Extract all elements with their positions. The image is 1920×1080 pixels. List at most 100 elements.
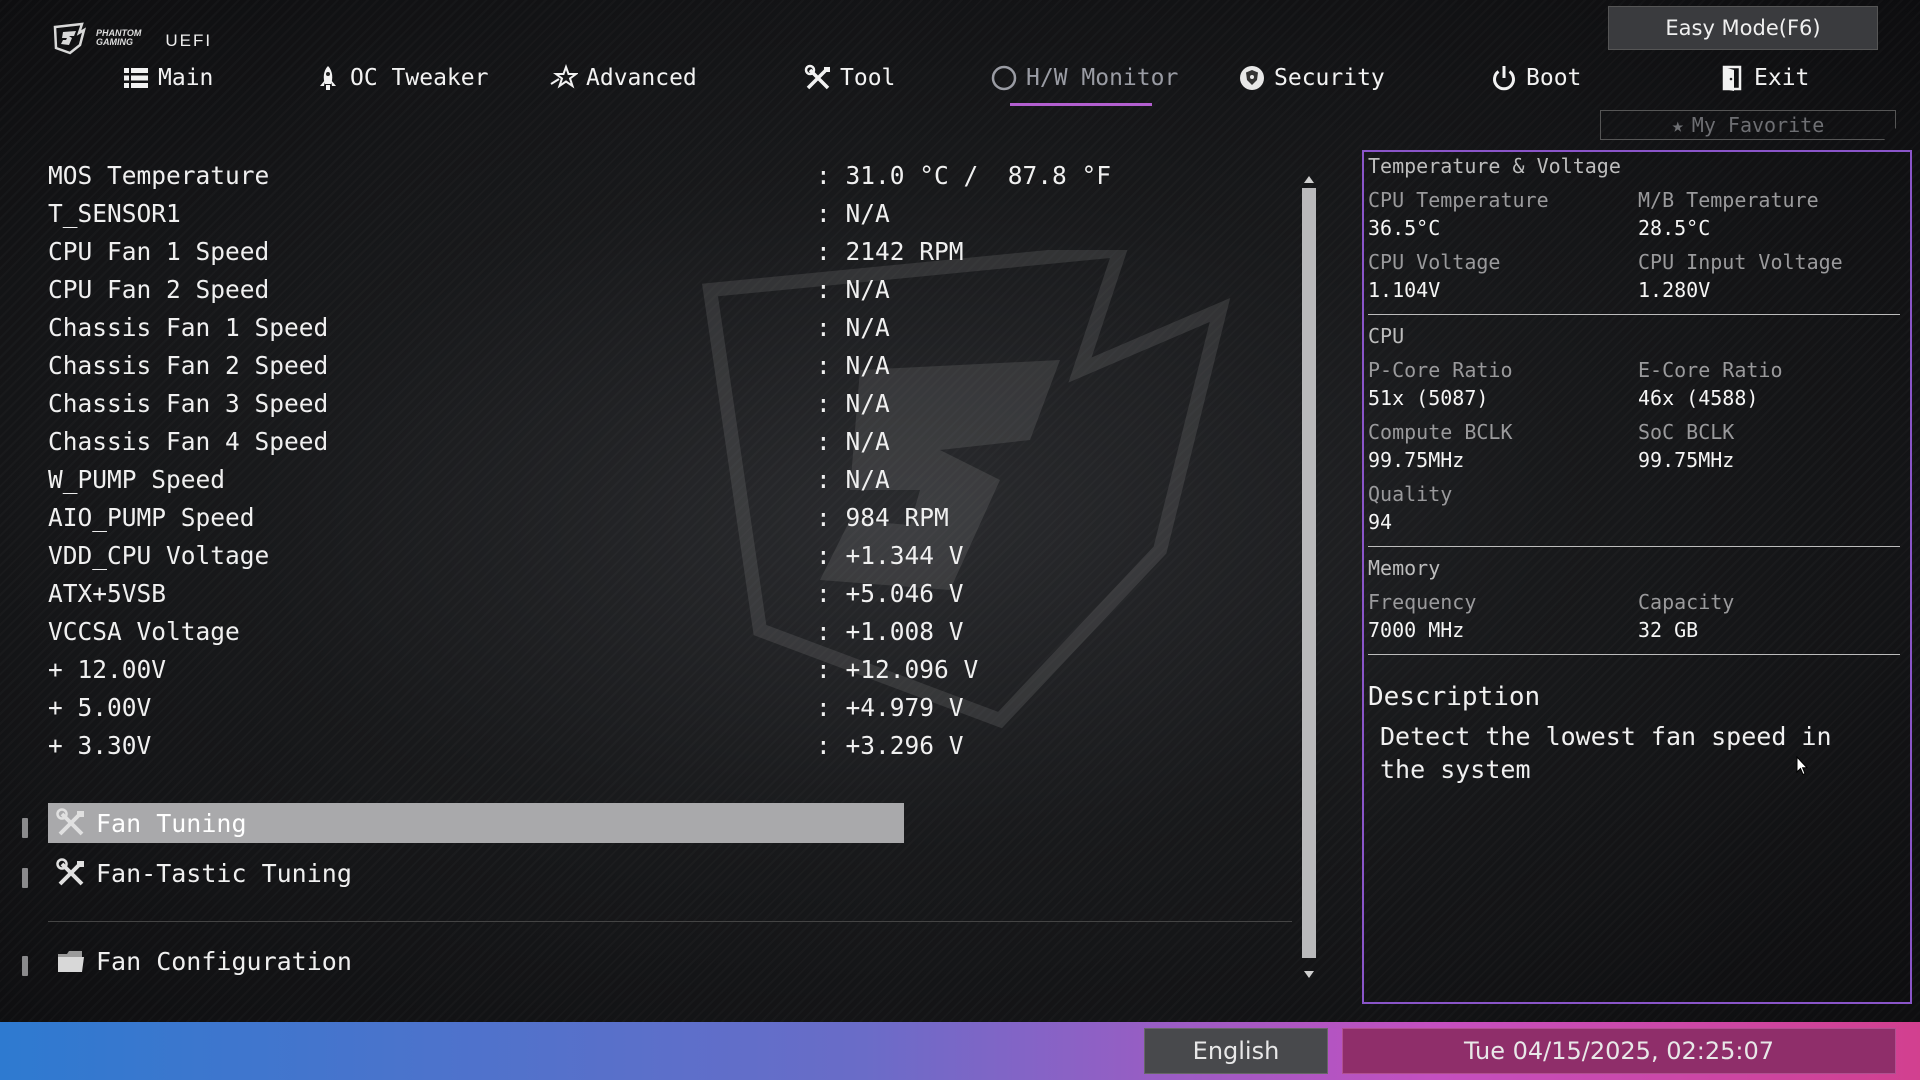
item-value: : N/A <box>816 312 890 342</box>
fan-tuning-item[interactable]: Fan Tuning <box>48 803 904 843</box>
item-value: : N/A <box>816 274 890 304</box>
item-label: CPU Fan 1 Speed <box>48 236 270 266</box>
item-label: Chassis Fan 1 Speed <box>48 312 329 342</box>
scrollbar[interactable] <box>1300 170 1318 984</box>
scroll-up-arrow-icon[interactable] <box>1304 176 1314 183</box>
list-item[interactable]: + 12.00V: +12.096 V <box>48 650 1088 688</box>
list-item[interactable]: + 5.00V: +4.979 V <box>48 688 1088 726</box>
section-title: CPU <box>1368 324 1405 348</box>
divider <box>1368 546 1900 547</box>
cpu-voltage-value: 1.104V <box>1368 278 1441 302</box>
list-item[interactable]: VCCSA Voltage : +1.008 V <box>48 612 1088 650</box>
item-value: : N/A <box>816 388 890 418</box>
divider <box>1368 654 1900 655</box>
rocket-icon <box>320 66 336 90</box>
tab-exit[interactable]: Exit <box>1718 56 1809 100</box>
my-favorite-button[interactable]: ★ My Favorite <box>1600 110 1896 140</box>
list-item[interactable]: AIO_PUMP Speed : 984 RPM <box>48 498 1088 536</box>
tab-hw-monitor[interactable]: H/W Monitor <box>990 56 1179 106</box>
item-value: : N/A <box>816 426 890 456</box>
item-label: + 5.00V <box>48 692 152 722</box>
tab-label: Boot <box>1526 65 1582 91</box>
item-value: : +1.008 V <box>816 616 964 646</box>
e-core-ratio-label: E-Core Ratio <box>1638 358 1783 382</box>
brand-text: PHANTOM GAMING <box>96 29 141 47</box>
item-label: Chassis Fan 3 Speed <box>48 388 329 418</box>
soc-bclk-label: SoC BCLK <box>1638 420 1735 444</box>
item-value: : 2142 RPM <box>816 236 964 266</box>
tab-label: OC Tweaker <box>350 65 489 91</box>
item-value: : 984 RPM <box>816 502 949 532</box>
tab-oc-tweaker[interactable]: OC Tweaker <box>314 56 488 100</box>
tab-label: Exit <box>1754 65 1810 91</box>
list-item[interactable]: Chassis Fan 1 Speed : N/A <box>48 308 1088 346</box>
fan-tuning-label: Fan Tuning <box>96 808 247 838</box>
item-value: : N/A <box>816 350 890 380</box>
mb-temp-value: 28.5°C <box>1638 216 1711 240</box>
tab-boot[interactable]: Boot <box>1490 56 1581 100</box>
door-icon <box>1722 65 1742 91</box>
item-label: VCCSA Voltage <box>48 616 240 646</box>
divider <box>48 921 1292 922</box>
my-favorite-label: My Favorite <box>1691 113 1825 137</box>
item-value: : N/A <box>816 464 890 494</box>
star-swoosh-icon <box>550 64 578 89</box>
capacity-value: 32 GB <box>1638 618 1699 642</box>
tab-label: Advanced <box>586 65 697 91</box>
list-item[interactable]: MOS Temperature : 31.0 °C / 87.8 °F <box>48 156 1111 194</box>
list-item[interactable]: Chassis Fan 4 Speed : N/A <box>48 422 1088 460</box>
item-label: Chassis Fan 2 Speed <box>48 350 329 380</box>
item-value: : 31.0 °C / 87.8 °F <box>816 160 1112 190</box>
cpu-input-voltage-label: CPU Input Voltage <box>1638 250 1843 274</box>
tab-advanced[interactable]: Advanced <box>550 56 697 100</box>
logo: PHANTOM GAMING UEFI <box>52 18 212 58</box>
item-value: : +12.096 V <box>816 654 979 684</box>
fan-configuration-item[interactable]: Fan Configuration <box>48 941 904 981</box>
list-item[interactable]: T_SENSOR1: N/A <box>48 194 1088 232</box>
tab-label: Security <box>1274 65 1385 91</box>
scrollbar-thumb[interactable] <box>1302 188 1316 958</box>
scroll-down-arrow-icon[interactable] <box>1304 971 1314 978</box>
list-item[interactable]: W_PUMP Speed : N/A <box>48 460 1088 498</box>
list-item[interactable]: CPU Fan 2 Speed : N/A <box>48 270 1088 308</box>
fan-tastic-tuning-item[interactable]: Fan-Tastic Tuning <box>48 853 904 893</box>
tab-main[interactable]: Main <box>122 56 213 100</box>
item-label: W_PUMP Speed <box>48 464 226 494</box>
list-item[interactable]: ATX+5VSB: +5.046 V <box>48 574 1088 612</box>
main-tabs: Main OC Tweaker Advanced Tool H/W Monito… <box>0 56 1920 106</box>
language-button[interactable]: English <box>1144 1028 1328 1074</box>
item-label: CPU Fan 2 Speed <box>48 274 270 304</box>
description-title: Description <box>1368 682 1541 712</box>
list-item[interactable]: Chassis Fan 3 Speed : N/A <box>48 384 1088 422</box>
item-label: Chassis Fan 4 Speed <box>48 426 329 456</box>
easy-mode-button[interactable]: Easy Mode(F6) <box>1608 6 1878 50</box>
tools-icon <box>804 64 830 90</box>
item-value: : +3.296 V <box>816 730 964 760</box>
cpu-temp-value: 36.5°C <box>1368 216 1441 240</box>
section-title: Memory <box>1368 556 1441 580</box>
list-item[interactable]: VDD_CPU Voltage: +1.344 V <box>48 536 1088 574</box>
mb-temp-label: M/B Temperature <box>1638 188 1819 212</box>
cpu-voltage-label: CPU Voltage <box>1368 250 1501 274</box>
list-icon <box>124 68 148 88</box>
list-item[interactable]: Chassis Fan 2 Speed : N/A <box>48 346 1088 384</box>
compute-bclk-value: 99.75MHz <box>1368 448 1465 472</box>
section-title: Temperature & Voltage <box>1368 154 1621 178</box>
tab-label: H/W Monitor <box>1026 65 1179 91</box>
list-item[interactable]: CPU Fan 1 Speed : 2142 RPM <box>48 232 1088 270</box>
p-core-ratio-label: P-Core Ratio <box>1368 358 1513 382</box>
cpu-temp-label: CPU Temperature <box>1368 188 1549 212</box>
tab-label: Main <box>158 65 214 91</box>
quality-value: 94 <box>1368 510 1393 534</box>
power-icon <box>1493 66 1515 91</box>
tab-security[interactable]: Security <box>1238 56 1385 100</box>
tab-tool[interactable]: Tool <box>804 56 895 100</box>
folder-icon <box>58 951 84 972</box>
list-item[interactable]: + 3.30V: +3.296 V <box>48 726 1088 764</box>
tools-icon <box>56 808 84 836</box>
item-label: MOS Temperature <box>48 160 270 190</box>
item-label: VDD_CPU Voltage <box>48 540 270 570</box>
uefi-label: UEFI <box>165 31 213 50</box>
item-value: : +5.046 V <box>816 578 964 608</box>
item-label: AIO_PUMP Speed <box>48 502 255 532</box>
